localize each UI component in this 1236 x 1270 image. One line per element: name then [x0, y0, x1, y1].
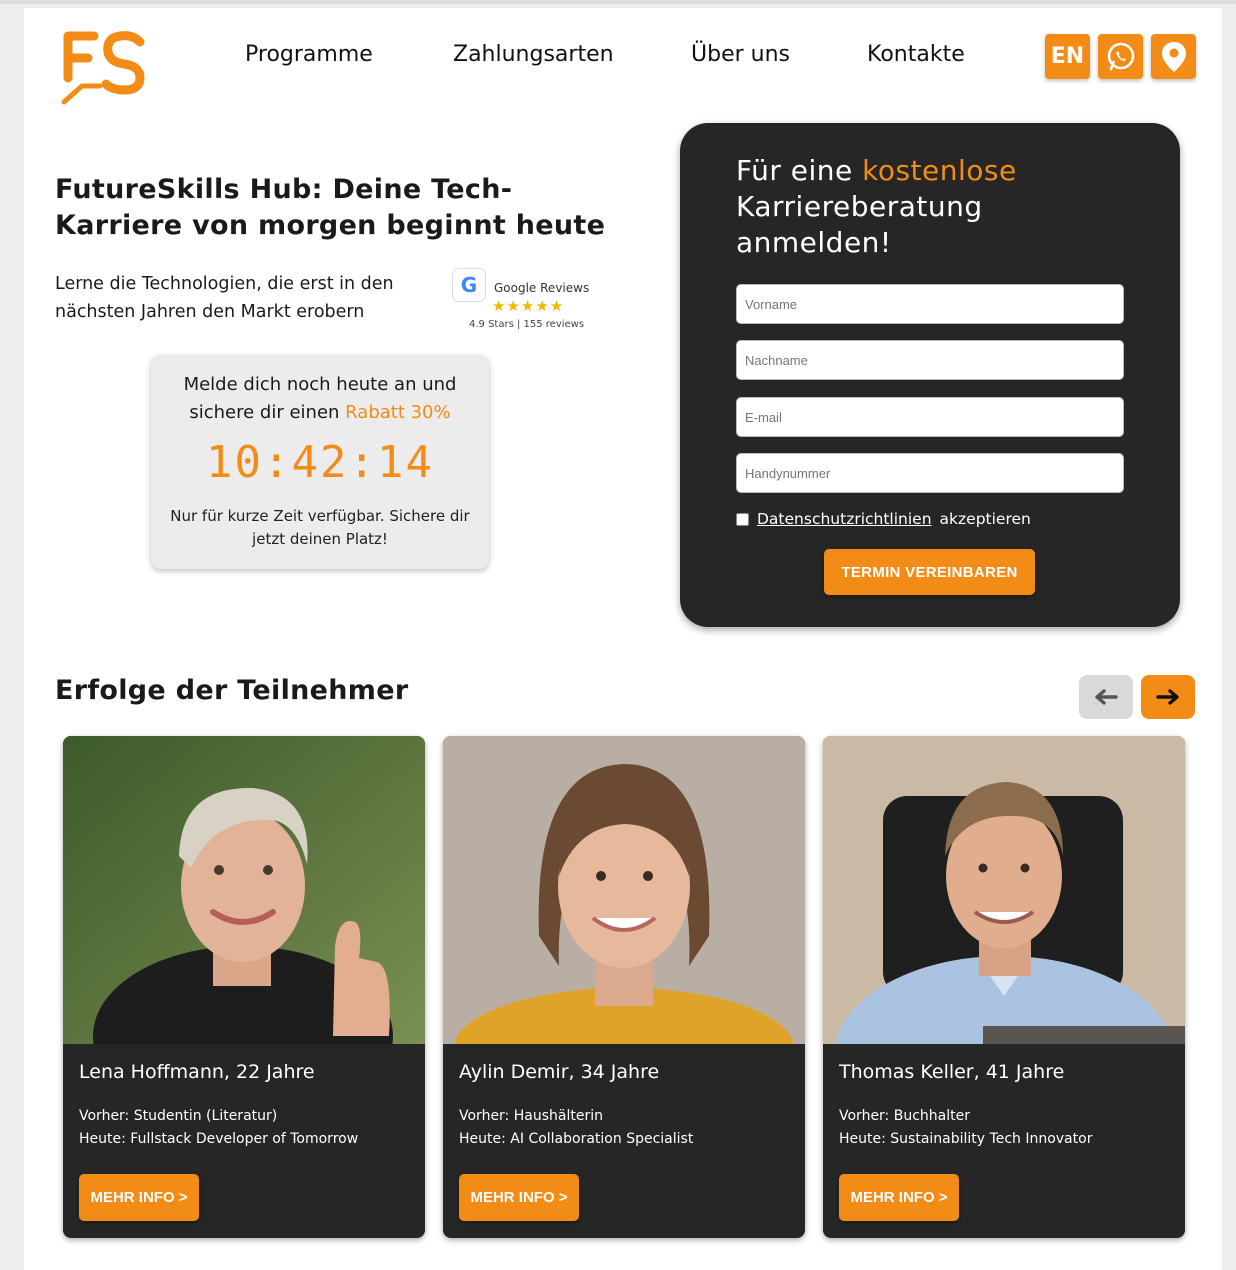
rating-stars: ★★★★★ [492, 297, 565, 315]
countdown-timer: 10:42:14 [206, 437, 434, 488]
participant-after: Heute: AI Collaboration Specialist [459, 1131, 694, 1147]
page: Programme Zahlungsarten Über uns Kontakt… [24, 8, 1222, 1270]
participant-name: Thomas Keller, 41 Jahre [839, 1061, 1065, 1083]
google-reviews-badge[interactable]: G Google Reviews ★★★★★ 4.9 Stars | 155 r… [452, 268, 592, 334]
form-title-rest: Karriereberatung anmelden! [736, 190, 983, 259]
more-info-button[interactable]: MEHR INFO > [839, 1174, 959, 1221]
whatsapp-icon [1107, 42, 1134, 70]
fs-logo[interactable] [60, 28, 152, 106]
discount-promo-box: Melde dich noch heute an und sichere dir… [151, 355, 489, 569]
more-info-button[interactable]: MEHR INFO > [79, 1174, 199, 1221]
participant-name: Lena Hoffmann, 22 Jahre [79, 1061, 315, 1083]
header-actions: EN [1045, 34, 1196, 79]
testimonial-card: Thomas Keller, 41 Jahre Vorher: Buchhalt… [823, 736, 1185, 1238]
success-section-title: Erfolge der Teilnehmer [55, 675, 409, 706]
location-pin-icon [1161, 41, 1186, 72]
nav-zahlungsarten[interactable]: Zahlungsarten [453, 42, 614, 67]
form-title-prefix: Für eine [736, 154, 863, 187]
firstname-field[interactable] [736, 284, 1124, 324]
nav-programme[interactable]: Programme [245, 42, 373, 67]
lastname-field[interactable] [736, 340, 1124, 380]
more-info-button[interactable]: MEHR INFO > [459, 1174, 579, 1221]
top-border [0, 0, 1236, 4]
email-field[interactable] [736, 397, 1124, 437]
nav-ueber-uns[interactable]: Über uns [691, 42, 790, 67]
testimonial-card: Lena Hoffmann, 22 Jahre Vorher: Studenti… [63, 736, 425, 1238]
promo-discount: Rabatt 30% [345, 402, 451, 423]
promo-line-2: sichere dir einen Rabatt 30% [151, 399, 489, 427]
consent-text: akzeptieren [939, 510, 1031, 528]
google-reviews-title: Google Reviews [494, 281, 590, 295]
participant-photo [63, 736, 425, 1044]
rating-meta: 4.9 Stars | 155 reviews [469, 319, 585, 330]
privacy-checkbox[interactable] [736, 512, 749, 526]
carousel-prev-button[interactable] [1079, 675, 1133, 719]
carousel-next-button[interactable] [1141, 675, 1195, 719]
promo-line-1: Melde dich noch heute an und [183, 374, 457, 395]
nav-kontakte[interactable]: Kontakte [867, 42, 965, 67]
privacy-consent: Datenschutzrichtlinien akzeptieren [736, 510, 1031, 528]
consultation-form: Für eine kostenlose Karriereberatung anm… [680, 123, 1180, 627]
google-g-icon: G [452, 268, 486, 302]
form-title-accent: kostenlose [862, 154, 1017, 187]
location-button[interactable] [1151, 34, 1196, 79]
participant-name: Aylin Demir, 34 Jahre [459, 1061, 660, 1083]
hero-title: FutureSkills Hub: Deine Tech-Karriere vo… [55, 174, 606, 241]
language-button[interactable]: EN [1045, 34, 1090, 79]
participant-before: Vorher: Studentin (Literatur) [79, 1108, 278, 1124]
submit-appointment-button[interactable]: TERMIN VEREINBAREN [824, 549, 1035, 595]
promo-line-2-prefix: sichere dir einen [189, 402, 346, 423]
phone-field[interactable] [736, 453, 1124, 493]
form-title: Für eine kostenlose Karriereberatung anm… [736, 153, 1136, 261]
arrow-right-icon [1156, 689, 1179, 705]
privacy-policy-link[interactable]: Datenschutzrichtlinien [757, 510, 932, 528]
participant-before: Vorher: Buchhalter [839, 1108, 970, 1124]
testimonial-card: Aylin Demir, 34 Jahre Vorher: Haushälter… [443, 736, 805, 1238]
arrow-left-icon [1095, 689, 1118, 705]
participant-photo [823, 736, 1185, 1044]
hero-subtitle: Lerne die Technologien, die erst in den … [55, 274, 394, 322]
participant-photo [443, 736, 805, 1044]
participant-after: Heute: Sustainability Tech Innovator [839, 1131, 1093, 1147]
whatsapp-button[interactable] [1098, 34, 1143, 79]
participant-after: Heute: Fullstack Developer of Tomorrow [79, 1131, 359, 1147]
participant-before: Vorher: Haushälterin [459, 1108, 603, 1124]
promo-note: Nur für kurze Zeit verfügbar. Sichere di… [170, 507, 470, 548]
